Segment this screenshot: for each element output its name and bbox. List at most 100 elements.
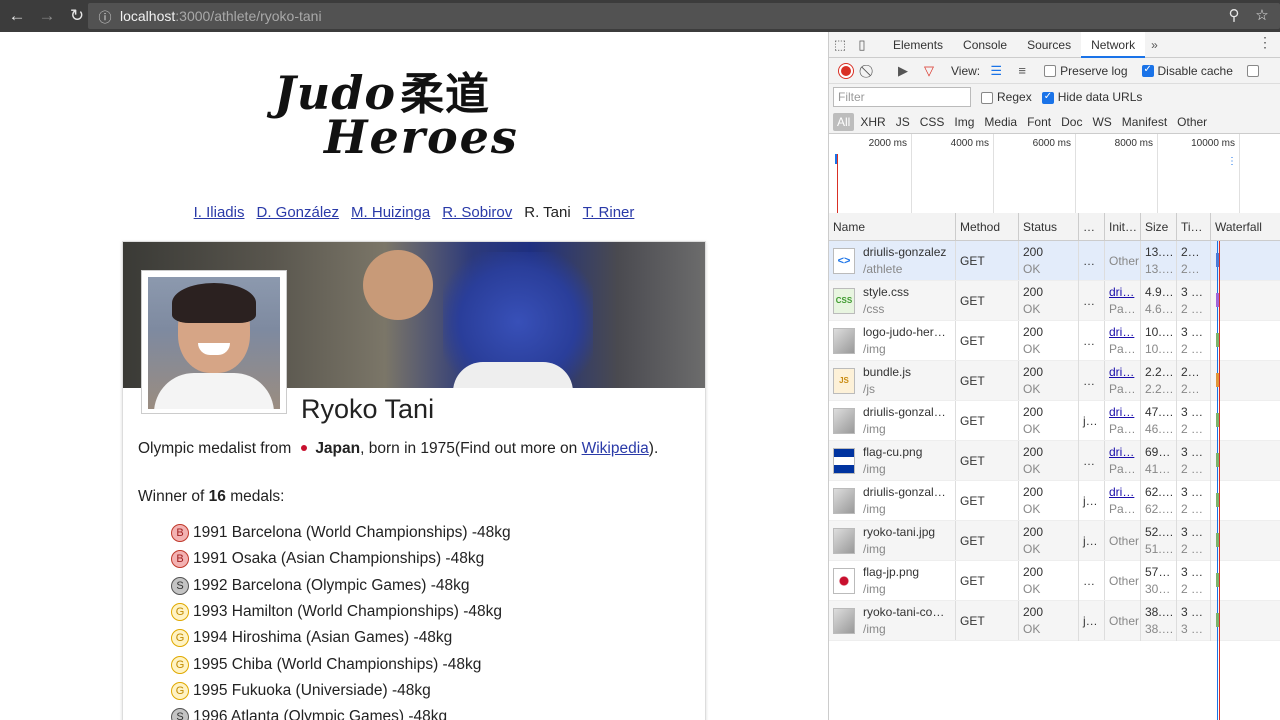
back-arrow-icon[interactable]: ← [4,3,30,29]
network-toolbar: ⃠ ▶ ▽ View: ☰ ≡ Preserve log Disable cac… [829,58,1280,84]
filter-icon[interactable]: ▽ [919,61,939,81]
table-row[interactable]: JS bundle.js/js GET 200 OK… dri… Pa… 2.2… 2.2… 2…… [829,361,1280,401]
overview-icon[interactable]: ≡ [1012,61,1032,81]
athlete-nav-link[interactable]: M. Huizinga [351,204,430,221]
devtools-menu-icon[interactable]: ⋮ [1258,34,1272,51]
bio-prefix: Olympic medalist from [138,440,292,457]
table-row[interactable]: flag-cu.png/img GET 200 OK… dri… Pa… 69… 41… 3 …… [829,441,1280,481]
initiator-sub: Pa… [1109,302,1136,316]
info-icon[interactable]: ⓘ [94,5,116,27]
zoom-icon[interactable]: ⚲ [1224,5,1244,25]
tab-sources[interactable]: Sources [1017,32,1081,58]
type-filter-css[interactable]: CSS [916,113,949,131]
type-filter-doc[interactable]: Doc [1057,113,1086,131]
table-row[interactable]: flag-jp.png/img GET 200 OK… Other 57… 30… 3 … 2 … [829,561,1280,601]
request-file: flag-cu.png [863,444,923,459]
device-toolbar-icon[interactable]: ▯ [851,34,873,56]
type-filter-js[interactable]: JS [892,113,914,131]
initiator-value[interactable]: dri… [1109,444,1136,461]
column-header[interactable]: Status [1019,213,1079,240]
type-filter-ws[interactable]: WS [1088,113,1115,131]
time-value: 3 … [1181,285,1204,299]
table-row[interactable]: <> driulis-gonzalez/athlete GET 200 OK … Other… [829,241,1280,281]
table-row[interactable]: ryoko-tani.jpg/img GET 200 OK j… Other 52.… 51.… [829,521,1280,561]
request-file: ryoko-tani-co… [863,604,945,619]
type-filter-font[interactable]: Font [1023,113,1055,131]
table-row[interactable]: ryoko-tani-co…/img GET 200 OK j… Other 38.… 38.… [829,601,1280,641]
status-text: OK [1023,302,1041,316]
status-code: 200 [1023,405,1044,419]
judo-heroes-logo[interactable]: Judo柔道 Heroes [268,54,560,166]
column-header[interactable]: Init… [1105,213,1141,240]
status-code: 200 [1023,285,1044,299]
bio-born: , born in 1975(Find out more on [360,440,578,457]
clear-icon[interactable]: ⃠ [859,61,879,81]
type-filter-all[interactable]: All [833,112,855,131]
address-bar[interactable]: ⓘ localhost:3000/athlete/ryoko-tani ⚲ ☆ [88,3,1280,29]
request-waterfall [1211,281,1280,320]
type-filter-media[interactable]: Media [980,113,1021,131]
preserve-log-checkbox[interactable]: Preserve log [1044,64,1128,78]
request-path: /css [863,301,885,316]
request-time: 3 … 3 … [1177,601,1211,641]
large-rows-icon[interactable]: ☰ [986,61,1006,81]
type-filter-manifest[interactable]: Manifest [1118,113,1171,131]
tab-elements[interactable]: Elements [883,32,953,58]
request-method: GET [956,321,1019,360]
initiator-value[interactable]: dri… [1109,284,1136,301]
request-type: j… [1079,401,1105,440]
initiator-value[interactable]: dri… [1109,404,1136,421]
hide-data-urls-checkbox[interactable]: Hide data URLs [1041,90,1142,104]
initiator-value[interactable]: dri… [1109,364,1136,381]
request-initiator: Other [1105,601,1141,641]
column-header[interactable]: … [1079,213,1105,240]
screenshot-camera-icon[interactable]: ▶ [893,61,913,81]
web-page: Judo柔道 Heroes I. Iliadis D. González M. Hu… [0,32,828,720]
disable-cache-checkbox[interactable]: Disable cache [1141,64,1233,78]
tab-console[interactable]: Console [953,32,1017,58]
time-value: 2… [1181,245,1200,259]
type-filter-img[interactable]: Img [950,113,978,131]
bookmark-star-icon[interactable]: ☆ [1252,5,1272,25]
column-header[interactable]: Method [956,213,1019,240]
wikipedia-link[interactable]: Wikipedia [582,440,649,457]
column-header[interactable]: Ti… [1177,213,1211,240]
table-row[interactable]: logo-judo-her…/img GET 200 OK… dri… Pa… 10.… 10… [829,321,1280,361]
size-sub: 13.… [1145,262,1174,276]
request-file: flag-jp.png [863,564,920,579]
initiator-value[interactable]: dri… [1109,484,1136,501]
table-row[interactable]: CSS style.css/css GET 200 OK … dri… Pa… 4.9… 4.6…… [829,281,1280,321]
request-size: 52.… 51.… [1141,521,1177,561]
request-initiator: dri… Pa… [1105,361,1141,401]
request-method: GET [956,281,1019,320]
type-filter-other[interactable]: Other [1173,113,1211,131]
record-icon[interactable] [839,63,853,78]
reload-icon[interactable]: ↻ [64,3,90,29]
regex-checkbox[interactable]: Regex [981,90,1032,104]
table-row[interactable]: driulis-gonzal…/img GET 200 OK j… dri… Pa… 47.…… [829,401,1280,441]
offline-checkbox[interactable] [1246,64,1259,77]
column-header[interactable]: Size [1141,213,1177,240]
athlete-nav-link[interactable]: D. González [256,204,339,221]
column-header[interactable]: Name [829,213,956,240]
table-row[interactable]: driulis-gonzal…/img GET 200 OK j… dri… Pa… 62.…… [829,481,1280,521]
request-waterfall [1211,521,1280,560]
request-time: 3 … 2 … [1177,441,1211,481]
img-file-icon [833,327,855,354]
request-file: driulis-gonzal… [863,484,946,499]
athlete-nav-link[interactable]: T. Riner [583,204,635,221]
filter-input[interactable]: Filter [833,87,971,107]
status-code: 200 [1023,485,1044,499]
forward-arrow-icon[interactable]: → [34,3,60,29]
url-text[interactable]: localhost:3000/athlete/ryoko-tani [120,8,322,24]
request-status: 200 OK [1019,241,1079,281]
athlete-nav-link[interactable]: R. Sobirov [442,204,512,221]
athlete-nav-link[interactable]: I. Iliadis [194,204,245,221]
column-header[interactable]: Waterfall [1211,213,1280,240]
tab-network[interactable]: Network [1081,32,1146,58]
initiator-sub: Pa… [1109,422,1136,436]
inspect-element-icon[interactable]: ⬚ [829,34,851,56]
more-tabs-icon[interactable]: » [1145,38,1158,52]
initiator-value[interactable]: dri… [1109,324,1136,341]
type-filter-xhr[interactable]: XHR [856,113,889,131]
